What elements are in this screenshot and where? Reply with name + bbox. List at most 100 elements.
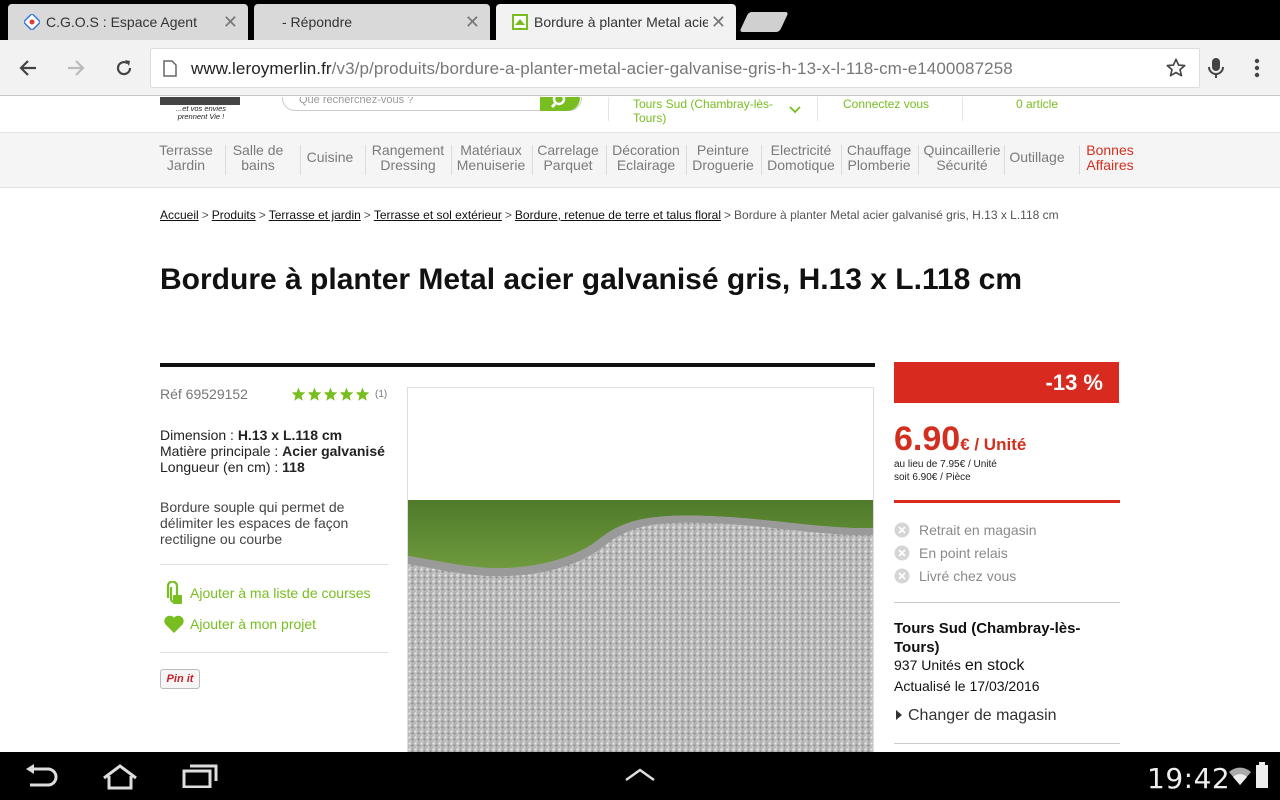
- nav-divider: [532, 145, 533, 175]
- wifi-icon: [1228, 764, 1252, 791]
- nav-item-line: Quincaillerie: [923, 142, 1001, 158]
- tab-close-icon[interactable]: ✕: [711, 13, 726, 31]
- nav-divider: [225, 145, 226, 175]
- menu-icon[interactable]: [1243, 54, 1271, 82]
- nav-item[interactable]: Peinture Droguerie: [690, 143, 756, 173]
- spec-row: Matière principale : Acier galvanisé: [160, 443, 385, 459]
- nav-item[interactable]: Bonnes Affaires: [1083, 143, 1137, 173]
- back-icon[interactable]: [14, 54, 42, 82]
- nav-item[interactable]: Terrasse Jardin: [157, 143, 215, 173]
- rating-stars[interactable]: (1): [291, 387, 387, 401]
- mic-icon[interactable]: [1202, 54, 1230, 82]
- recents-icon[interactable]: [182, 764, 218, 793]
- divider: [160, 652, 388, 653]
- nav-item-line: Rangement: [371, 142, 445, 158]
- nav-divider: [686, 145, 687, 175]
- nav-item[interactable]: Salle de bains: [229, 143, 287, 173]
- cgos-favicon-icon: [22, 12, 42, 32]
- availability-delivery: Livré chez vous: [894, 568, 1016, 584]
- product-description: Bordure souple qui permet de délimiter l…: [160, 499, 349, 547]
- leroy-merlin-logo[interactable]: ...et vos envies prennent Vie !: [160, 97, 240, 127]
- nav-item[interactable]: Rangement Dressing: [369, 143, 447, 173]
- home-icon[interactable]: [100, 764, 140, 795]
- page-icon: [163, 60, 177, 82]
- spec-label: Matière principale :: [160, 443, 283, 459]
- spec-label: Dimension :: [160, 427, 238, 443]
- price-per-piece: soit 6.90€ / Pièce: [894, 472, 971, 483]
- unavailable-x-icon: [894, 568, 910, 584]
- search-button[interactable]: [540, 97, 580, 111]
- nav-item-line: Bonnes: [1086, 142, 1134, 158]
- breadcrumb-link-home[interactable]: Accueil: [160, 208, 199, 222]
- reload-icon[interactable]: [110, 54, 138, 82]
- nav-item[interactable]: Outillage: [1008, 150, 1066, 165]
- old-price: au lieu de 7.95€ / Unité: [894, 459, 997, 470]
- price-value: 6.90: [894, 420, 961, 458]
- star-icon: [291, 387, 306, 401]
- availability-pickup: Retrait en magasin: [894, 522, 1037, 538]
- breadcrumb-link-garden[interactable]: Terrasse et jardin: [269, 208, 361, 222]
- search-icon: [550, 97, 570, 114]
- up-arrow-icon[interactable]: [624, 768, 656, 787]
- nav-item-line: Jardin: [166, 157, 206, 173]
- product-photo: [408, 500, 873, 756]
- product-specs: Dimension : H.13 x L.118 cm Matière prin…: [160, 427, 385, 475]
- nav-item[interactable]: Matériaux Menuiserie: [455, 143, 527, 173]
- nav-item-line: Menuiserie: [456, 157, 526, 173]
- cart-link[interactable]: 0 article: [1016, 97, 1058, 111]
- nav-divider: [300, 145, 301, 175]
- nav-item[interactable]: Cuisine: [304, 150, 356, 165]
- stock-info: 937 Unités en stock: [894, 657, 1024, 675]
- nav-item[interactable]: Electricité Domotique: [765, 143, 837, 173]
- change-store-link[interactable]: Changer de magasin: [896, 707, 1057, 725]
- divider: [894, 602, 1120, 603]
- forward-icon[interactable]: [62, 54, 90, 82]
- store-selector[interactable]: Tours Sud (Chambray-lès-Tours): [633, 97, 778, 125]
- change-store-label: Changer de magasin: [908, 707, 1057, 724]
- tab-cgos[interactable]: C.G.O.S : Espace Agent ✕: [8, 4, 248, 40]
- breadcrumb-link-products[interactable]: Produits: [212, 208, 256, 222]
- logo-tagline: ...et vos envies prennent Vie !: [175, 104, 227, 121]
- system-navigation-bar: 19:42: [0, 752, 1280, 800]
- nav-item[interactable]: Décoration Eclairage: [610, 143, 682, 173]
- spec-label: Longueur (en cm) :: [160, 459, 283, 475]
- new-tab-button[interactable]: [739, 12, 789, 32]
- nav-item-line: Domotique: [767, 157, 835, 173]
- search-input[interactable]: Que recherchez-vous ?: [282, 97, 582, 111]
- login-link[interactable]: Connectez vous: [843, 97, 929, 111]
- tab-close-icon[interactable]: ✕: [465, 13, 480, 31]
- add-to-project-button[interactable]: Ajouter à mon projet: [162, 613, 316, 635]
- back-icon[interactable]: [24, 764, 60, 793]
- tab-close-icon[interactable]: ✕: [223, 13, 238, 31]
- star-icon[interactable]: [1162, 54, 1190, 82]
- caret-right-icon: [896, 707, 902, 725]
- tab-title: Bordure à planter Metal acier: [534, 14, 708, 30]
- add-to-shopping-list-button[interactable]: Ajouter à ma liste de courses: [162, 581, 371, 604]
- stock-quantity: 937 Unités: [894, 657, 961, 673]
- store-name: Tours Sud (Chambray-lès-Tours): [633, 97, 774, 125]
- nav-divider: [918, 145, 919, 175]
- chevron-down-icon[interactable]: [789, 101, 801, 119]
- tab-repondre[interactable]: - Répondre ✕: [254, 4, 490, 40]
- breadcrumb: Accueil > Produits > Terrasse et jardin > Terr…: [160, 208, 1059, 222]
- availability-relay: En point relais: [894, 545, 1008, 561]
- breadcrumb-link-borders[interactable]: Bordure, retenue de terre et talus flora…: [515, 208, 721, 222]
- nav-item[interactable]: Carrelage Parquet: [536, 143, 600, 173]
- nav-divider: [1004, 145, 1005, 175]
- tab-product[interactable]: Bordure à planter Metal acier ✕: [496, 4, 736, 40]
- add-to-shopping-list-label: Ajouter à ma liste de courses: [190, 585, 371, 601]
- spec-row: Dimension : H.13 x L.118 cm: [160, 427, 385, 443]
- url-path: /v3/p/produits/bordure-a-planter-metal-a…: [331, 59, 1013, 78]
- address-bar[interactable]: www.leroymerlin.fr/v3/p/produits/bordure…: [150, 48, 1200, 88]
- nav-item[interactable]: Chauffage Plomberie: [845, 143, 913, 173]
- nav-item-line: Décoration: [612, 142, 680, 158]
- divider: [894, 743, 1120, 744]
- product-image[interactable]: [407, 387, 874, 757]
- unavailable-x-icon: [894, 522, 910, 538]
- leroy-merlin-favicon-icon: [512, 14, 528, 30]
- nav-item[interactable]: Quincaillerie Sécurité: [922, 143, 1002, 173]
- divider: [160, 564, 388, 565]
- pinterest-pin-it-button[interactable]: Pin it: [160, 669, 200, 689]
- nav-item-line: Peinture: [696, 142, 750, 158]
- breadcrumb-link-outdoor-floor[interactable]: Terrasse et sol extérieur: [374, 208, 502, 222]
